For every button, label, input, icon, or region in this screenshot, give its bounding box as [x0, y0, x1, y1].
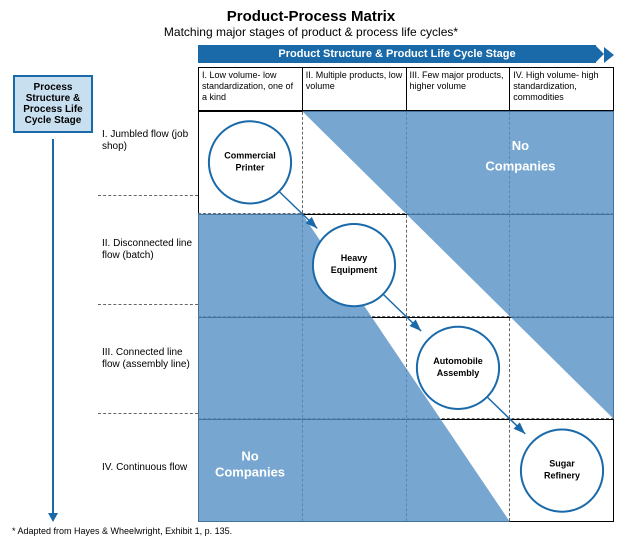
- row-label-3: III. Connected line flow (assembly line): [98, 305, 198, 414]
- matrix-container: Process Structure & Process Life Cycle S…: [8, 45, 614, 522]
- left-axis-arrowhead: [48, 513, 58, 522]
- cell-3-3: [407, 318, 511, 419]
- col-header-1: I. Low volume- low standardization, one …: [198, 67, 302, 111]
- left-arrow-wrapper: [48, 139, 58, 522]
- sub-title: Matching major stages of product & proce…: [8, 25, 614, 39]
- footnote: * Adapted from Hayes & Wheelwright, Exhi…: [8, 526, 614, 536]
- cell-3-4: [510, 318, 614, 419]
- cell-2-1: [198, 215, 303, 316]
- left-axis: Process Structure & Process Life Cycle S…: [8, 45, 98, 522]
- cell-1-3: [407, 112, 511, 213]
- grid-wrapper: No Companies No Companies Commercial Pri…: [198, 111, 614, 522]
- cell-2-3: [407, 215, 511, 316]
- top-header: Product Structure & Product Life Cycle S…: [198, 45, 614, 111]
- cell-3-2: [303, 318, 407, 419]
- grid-rows: [198, 111, 614, 522]
- cell-2-2: [303, 215, 407, 316]
- cell-1-2: [303, 112, 407, 213]
- title-area: Product-Process Matrix Matching major st…: [8, 8, 614, 39]
- grid-row-1: [198, 111, 614, 214]
- cell-1-4: [510, 112, 614, 213]
- row-label-2: II. Disconnected line flow (batch): [98, 196, 198, 305]
- process-axis-label: Process Structure & Process Life Cycle S…: [13, 75, 93, 133]
- row-label-4: IV. Continuous flow: [98, 414, 198, 522]
- col-header-4: IV. High volume- high standardization, c…: [509, 67, 614, 111]
- col-header-2: II. Multiple products, low volume: [302, 67, 406, 111]
- grid-row-4: [198, 419, 614, 522]
- cell-4-3: [407, 420, 511, 521]
- main-title: Product-Process Matrix: [8, 8, 614, 25]
- cell-4-4: [510, 420, 614, 521]
- cell-4-1: [198, 420, 303, 521]
- cell-3-1: [198, 318, 303, 419]
- row-label-1: I. Jumbled flow (job shop): [98, 87, 198, 196]
- left-axis-line: [52, 139, 54, 513]
- col-header-3: III. Few major products, higher volume: [406, 67, 510, 111]
- cell-1-1: [198, 112, 303, 213]
- col-headers: I. Low volume- low standardization, one …: [198, 67, 614, 111]
- product-axis-arrow: [604, 47, 614, 63]
- grid-row-2: [198, 214, 614, 317]
- grid-area: Product Structure & Product Life Cycle S…: [198, 45, 614, 522]
- page-wrapper: Product-Process Matrix Matching major st…: [0, 0, 622, 544]
- row-labels: I. Jumbled flow (job shop) II. Disconnec…: [98, 45, 198, 522]
- cell-2-4: [510, 215, 614, 316]
- cell-4-2: [303, 420, 407, 521]
- grid-row-3: [198, 317, 614, 420]
- product-axis-label: Product Structure & Product Life Cycle S…: [198, 45, 596, 63]
